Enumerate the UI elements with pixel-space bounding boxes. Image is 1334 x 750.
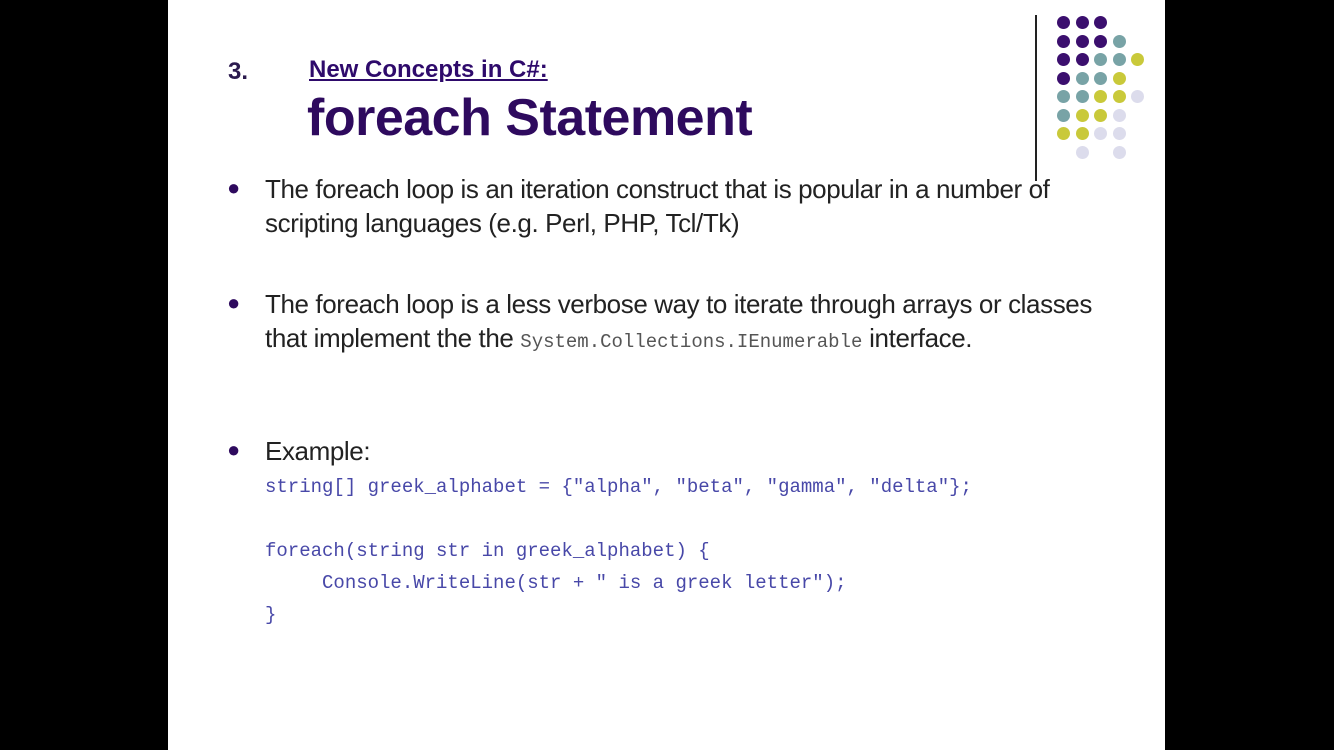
decorative-dot — [1131, 53, 1144, 66]
decorative-dot — [1094, 53, 1107, 66]
decorative-dot — [1094, 71, 1107, 85]
bullet-text: Example: — [265, 436, 371, 466]
decorative-dot — [1075, 127, 1089, 140]
decorative-dot — [1094, 108, 1107, 122]
decorative-dot — [1057, 34, 1070, 48]
slide-title: foreach Statement — [307, 89, 753, 147]
decorative-dot — [1057, 90, 1070, 103]
bullet-3: ● Example: — [227, 434, 371, 468]
decorative-dot — [1075, 145, 1089, 159]
bullet-icon: ● — [227, 175, 240, 200]
slide: 3. New Concepts in C#: foreach Statement… — [168, 0, 1165, 750]
decorative-dot — [1094, 90, 1107, 103]
bullet-text: The foreach loop is an iteration constru… — [265, 174, 1050, 238]
inline-code: System.Collections.IEnumerable — [520, 331, 863, 353]
decorative-dot — [1112, 71, 1126, 85]
code-block: string[] greek_alphabet = {"alpha", "bet… — [265, 471, 972, 631]
slide-subtitle: New Concepts in C#: — [309, 56, 548, 83]
decorative-dot — [1112, 34, 1126, 48]
decorative-dot — [1112, 145, 1126, 159]
decorative-dot — [1057, 127, 1070, 140]
code-line: string[] greek_alphabet = {"alpha", "bet… — [265, 476, 972, 498]
decorative-dot — [1075, 108, 1089, 122]
code-line: Console.WriteLine(str + " is a greek let… — [265, 572, 847, 594]
decorative-dot — [1057, 71, 1070, 85]
decorative-dot — [1112, 127, 1126, 140]
bullet-icon: ● — [227, 437, 240, 462]
decorative-dot — [1075, 71, 1089, 85]
decorative-dot — [1094, 127, 1107, 140]
code-line: } — [265, 604, 277, 626]
decorative-dot — [1075, 16, 1089, 29]
decorative-dot — [1057, 53, 1070, 66]
decorative-dot — [1112, 53, 1126, 66]
decorative-dot — [1057, 16, 1070, 29]
bullet-icon: ● — [227, 290, 240, 315]
code-line: foreach(string str in greek_alphabet) { — [265, 540, 710, 562]
decorative-dot — [1057, 108, 1070, 122]
decorative-dot — [1094, 16, 1107, 29]
decorative-dot — [1112, 108, 1126, 122]
decorative-dot — [1131, 90, 1144, 103]
decorative-dot — [1075, 90, 1089, 103]
bullet-1: ● The foreach loop is an iteration const… — [227, 172, 1125, 240]
decorative-dot — [1075, 53, 1089, 66]
decorative-dot — [1112, 90, 1126, 103]
divider-line — [1035, 15, 1037, 181]
decorative-dot — [1094, 34, 1107, 48]
bullet-text-end: interface. — [862, 323, 973, 353]
section-number: 3. — [228, 58, 249, 85]
decorative-dot — [1075, 34, 1089, 48]
bullet-2: ● The foreach loop is a less verbose way… — [227, 287, 1115, 359]
